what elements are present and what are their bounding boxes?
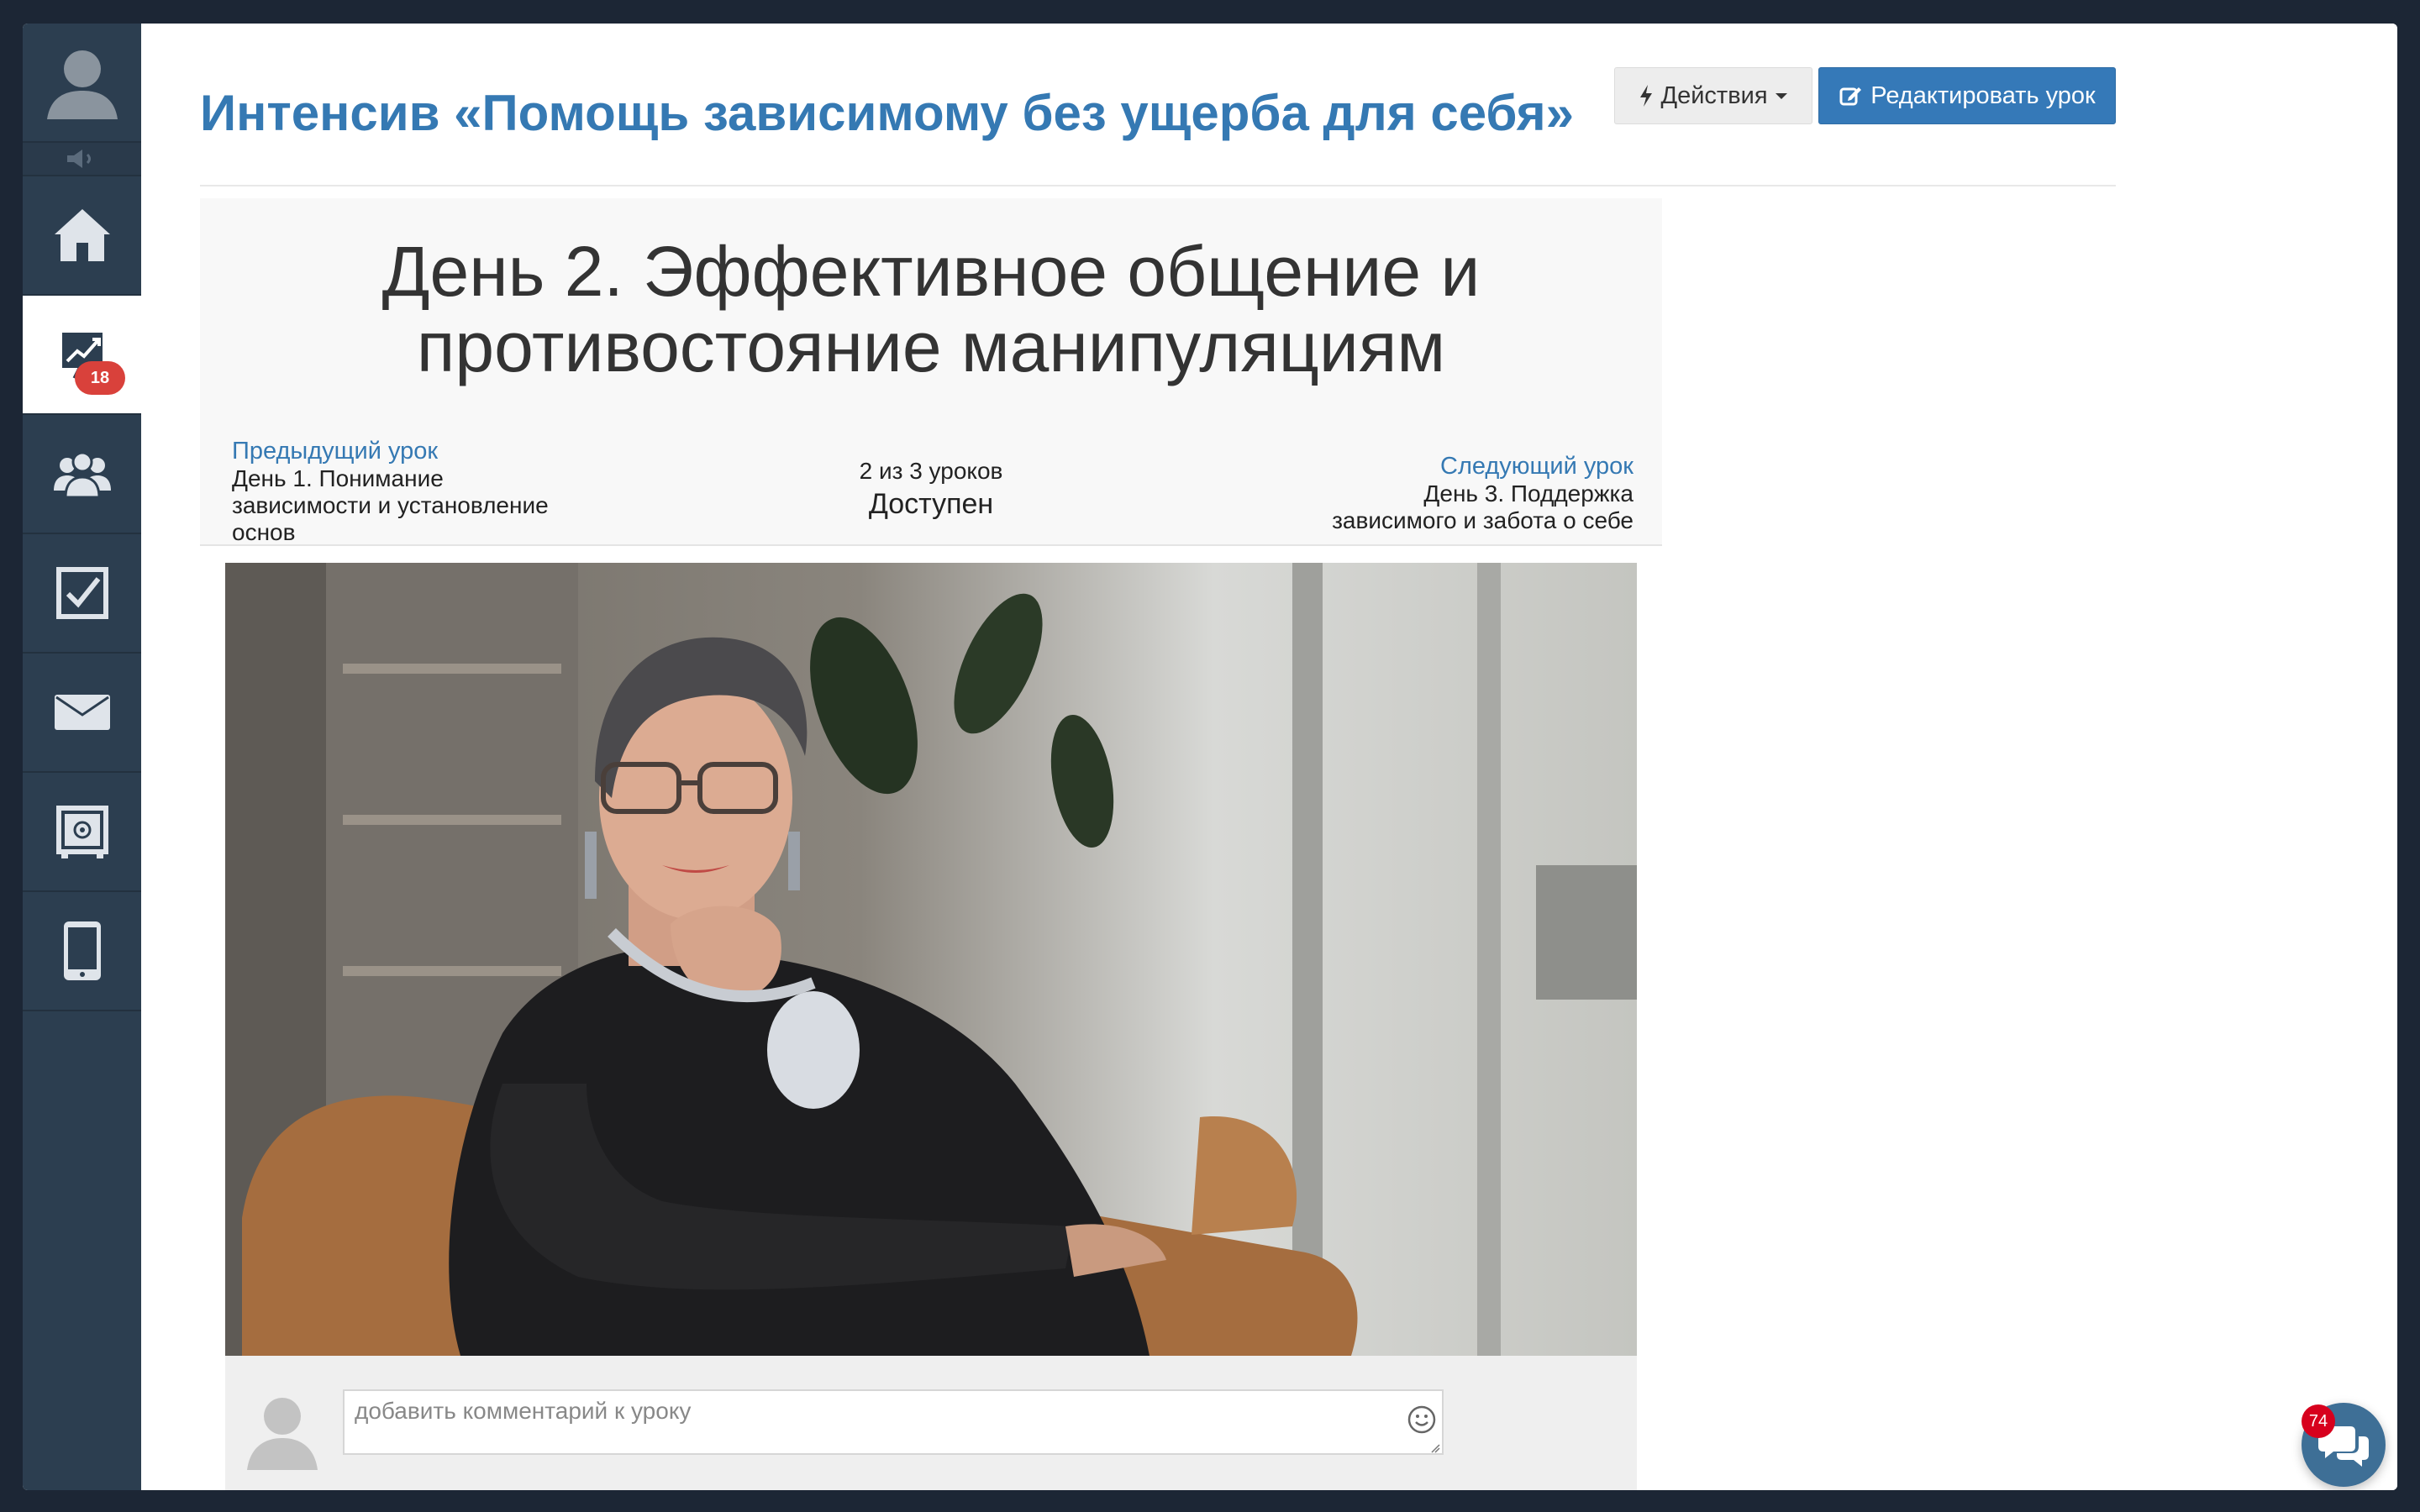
next-lesson: Следующий урок День 3. Поддержка зависим… [1281,452,1634,534]
users-icon [53,451,111,499]
caret-down-icon [1775,93,1787,99]
lesson-title: День 2. Эффективное общение и противосто… [200,234,1662,385]
user-avatar[interactable] [23,24,141,143]
prev-line-3: основ [232,519,296,545]
checkbox-icon [55,567,108,619]
user-silhouette-icon [46,50,118,119]
notification-badge: 18 [75,361,125,395]
main-content: Интенсив «Помощь зависимому без ущерба д… [141,24,2397,1490]
home-icon [54,209,112,261]
lesson-title-line-2: противостояние манипуляциям [416,307,1446,386]
safe-icon [55,806,108,858]
lightning-icon [1640,85,1653,107]
sidebar: 18 [23,24,141,1490]
page-title: Интенсив «Помощь зависимому без ущерба д… [200,85,1574,141]
comment-section [225,1356,1637,1490]
resize-handle-icon[interactable] [1430,1443,1440,1453]
next-lesson-link[interactable]: Следующий урок [1281,452,1634,480]
chat-unread-badge: 74 [2302,1404,2335,1438]
sidebar-item-trainings[interactable]: 18 [23,296,141,415]
actions-dropdown-button[interactable]: Действия [1614,67,1812,124]
portrait-photo [225,563,1637,1356]
sidebar-item-messages[interactable] [23,654,141,773]
browser-window: 18 Интенсив «Помощь зависимому без ущерб… [23,24,2397,1490]
actions-label: Действия [1660,81,1768,109]
sidebar-item-mobile[interactable] [23,892,141,1011]
smiley-icon[interactable] [1407,1404,1437,1435]
edit-label: Редактировать урок [1870,81,2096,109]
next-lesson-title: День 3. Поддержка зависимого и забота о … [1281,480,1634,534]
sidebar-item-safe[interactable] [23,773,141,892]
sidebar-item-tasks[interactable] [23,534,141,654]
next-line-1: День 3. Поддержка [1423,480,1634,507]
speaker-icon [66,150,91,168]
mail-icon [54,695,110,730]
edit-lesson-button[interactable]: Редактировать урок [1818,67,2116,124]
sidebar-item-users[interactable] [23,415,141,534]
next-line-2: зависимого и забота о себе [1332,507,1634,533]
lesson-header: День 2. Эффективное общение и противосто… [200,198,1662,546]
lesson-cover-image [225,563,1637,1356]
mobile-icon [63,921,101,980]
sidebar-item-home[interactable] [23,176,141,296]
comment-input[interactable] [343,1389,1444,1455]
edit-icon [1839,87,1862,106]
sound-toggle[interactable] [23,143,141,176]
lesson-title-line-1: День 2. Эффективное общение и [381,232,1481,311]
page-header: Интенсив «Помощь зависимому без ущерба д… [200,66,2116,186]
commenter-avatar-icon [247,1398,318,1470]
